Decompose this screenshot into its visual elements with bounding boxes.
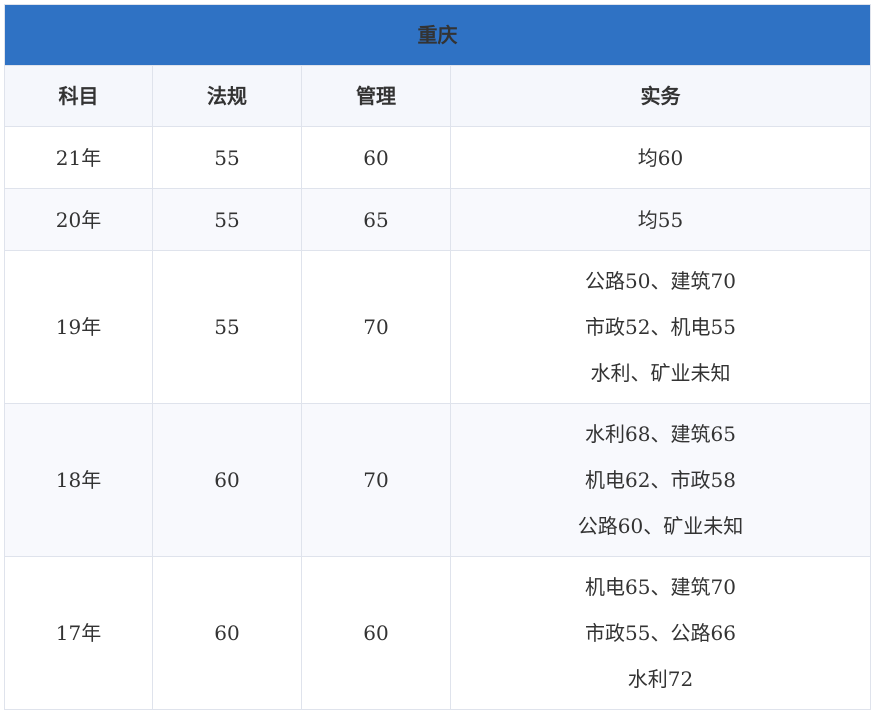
shiwu-line: 水利68、建筑65 xyxy=(585,422,736,446)
shiwu-line: 市政52、机电55 xyxy=(585,315,736,339)
header-guanli: 管理 xyxy=(301,65,451,127)
shiwu-line: 公路50、建筑70 xyxy=(585,269,736,293)
guanli-cell: 60 xyxy=(301,556,451,710)
fagui-cell: 60 xyxy=(152,403,302,557)
year-cell: 20年 xyxy=(4,188,153,251)
year-cell: 18年 xyxy=(4,403,153,557)
guanli-cell: 70 xyxy=(301,403,451,557)
shiwu-cell: 水利68、建筑65 机电62、市政58 公路60、矿业未知 xyxy=(450,403,871,557)
shiwu-line: 均60 xyxy=(637,145,684,170)
year-cell: 21年 xyxy=(4,126,153,189)
shiwu-cell: 均55 xyxy=(450,188,871,251)
shiwu-line: 机电62、市政58 xyxy=(585,468,736,492)
header-shiwu: 实务 xyxy=(450,65,871,127)
title-row: 重庆 xyxy=(4,4,871,66)
fagui-cell: 60 xyxy=(152,556,302,710)
table-row: 21年 55 60 均60 xyxy=(4,126,871,189)
shiwu-cell: 机电65、建筑70 市政55、公路66 水利72 xyxy=(450,556,871,710)
shiwu-cell: 公路50、建筑70 市政52、机电55 水利、矿业未知 xyxy=(450,250,871,404)
header-subject: 科目 xyxy=(4,65,153,127)
table-row: 17年 60 60 机电65、建筑70 市政55、公路66 水利72 xyxy=(4,556,871,710)
guanli-cell: 65 xyxy=(301,188,451,251)
score-table: 重庆 科目 法规 管理 实务 21年 55 60 均60 20年 55 65 均… xyxy=(4,4,871,710)
guanli-cell: 60 xyxy=(301,126,451,189)
shiwu-line: 公路60、矿业未知 xyxy=(577,514,744,538)
table-row: 20年 55 65 均55 xyxy=(4,188,871,251)
shiwu-line: 水利72 xyxy=(627,667,694,691)
fagui-cell: 55 xyxy=(152,250,302,404)
table-row: 19年 55 70 公路50、建筑70 市政52、机电55 水利、矿业未知 xyxy=(4,250,871,404)
header-row: 科目 法规 管理 实务 xyxy=(4,65,871,127)
fagui-cell: 55 xyxy=(152,188,302,251)
year-cell: 17年 xyxy=(4,556,153,710)
guanli-cell: 70 xyxy=(301,250,451,404)
table-title: 重庆 xyxy=(4,4,871,66)
shiwu-line: 机电65、建筑70 xyxy=(585,575,736,599)
year-cell: 19年 xyxy=(4,250,153,404)
shiwu-cell: 均60 xyxy=(450,126,871,189)
fagui-cell: 55 xyxy=(152,126,302,189)
shiwu-line: 水利、矿业未知 xyxy=(590,361,731,385)
shiwu-line: 市政55、公路66 xyxy=(585,621,736,645)
header-fagui: 法规 xyxy=(152,65,302,127)
table-row: 18年 60 70 水利68、建筑65 机电62、市政58 公路60、矿业未知 xyxy=(4,403,871,557)
shiwu-line: 均55 xyxy=(637,207,684,232)
